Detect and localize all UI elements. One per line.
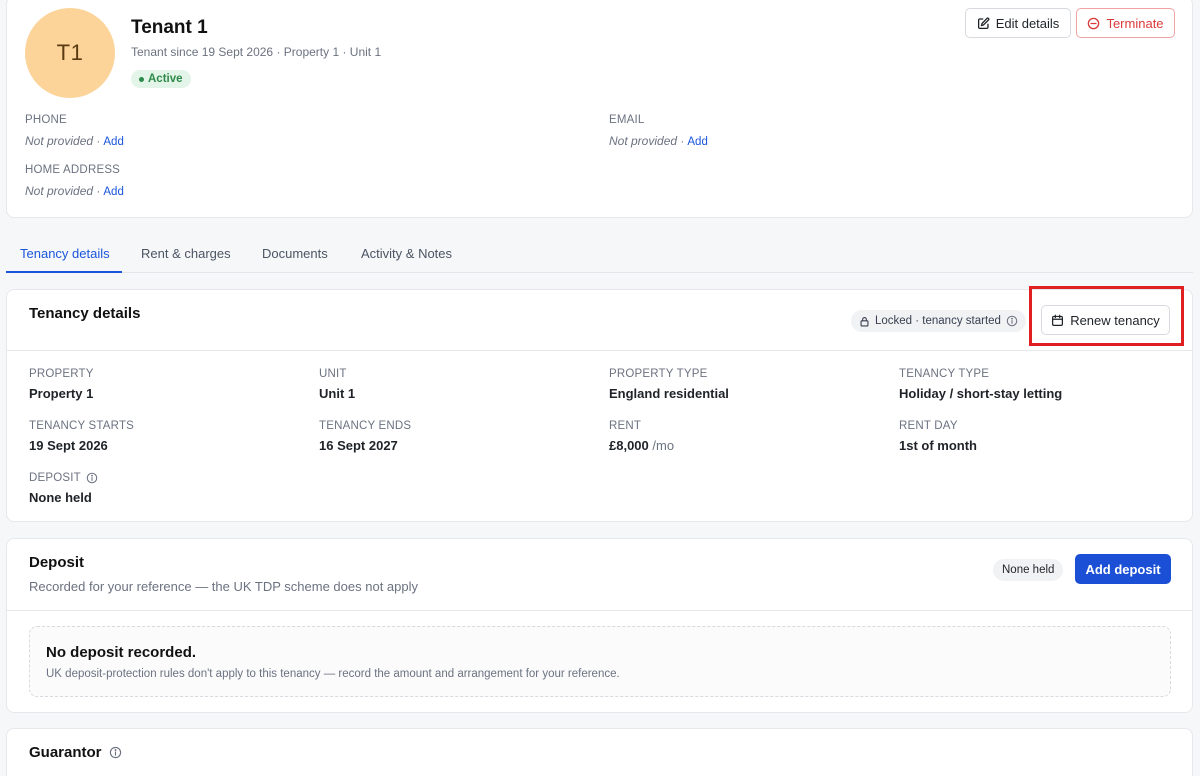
info-icon[interactable] — [109, 746, 122, 759]
tenancy-details-title: Tenancy details — [29, 305, 141, 322]
rent-day-label: RENT DAY — [899, 420, 958, 432]
rent-label: RENT — [609, 420, 642, 432]
tenant-header-card: T1 Tenant 1 Tenant since 19 Sept 2026 · … — [6, 0, 1193, 218]
rent-amount: £8,000 — [609, 438, 649, 453]
unit-value: Unit 1 — [319, 386, 356, 401]
email-label: EMAIL — [609, 114, 645, 126]
rent-period: /mo — [652, 438, 675, 453]
tenancy-starts-value: 19 Sept 2026 — [29, 438, 108, 453]
tenancy-details-card: Tenancy details Locked · tenancy started… — [6, 286, 1193, 522]
deposit-empty-state: No deposit recorded. UK deposit-protecti… — [29, 626, 1171, 697]
deposit-header-divider — [7, 610, 1192, 611]
add-phone-link[interactable]: Add — [103, 136, 123, 148]
property-type-label: PROPERTY TYPE — [609, 368, 708, 380]
phone-label: PHONE — [25, 114, 67, 126]
locked-status-label: Locked · tenancy started — [875, 315, 1001, 327]
tenant-name: Tenant 1 — [131, 17, 208, 38]
home-address-label: HOME ADDRESS — [25, 164, 121, 176]
tab-rent-charges[interactable]: Rent & charges — [141, 246, 231, 261]
home-address-value-text: Not provided · — [25, 184, 101, 198]
tenancy-type-value: Holiday / short-stay letting — [899, 386, 1063, 401]
status-badge: Active — [131, 70, 191, 88]
deposit-field-value: None held — [29, 490, 92, 505]
terminate-label: Terminate — [1106, 15, 1164, 31]
tab-bar: Tenancy details Rent & charges Documents… — [6, 238, 1193, 273]
unit-label: UNIT — [319, 368, 347, 380]
rent-value: £8,000 /mo — [609, 438, 674, 453]
locked-status-chip: Locked · tenancy started — [851, 310, 1026, 332]
phone-value-text: Not provided · — [25, 134, 101, 148]
property-label: PROPERTY — [29, 368, 94, 380]
deposit-card: Deposit Recorded for your reference — th… — [6, 538, 1193, 713]
property-value: Property 1 — [29, 386, 94, 401]
deposit-status-chip: None held — [993, 559, 1064, 581]
deposit-subtitle: Recorded for your reference — the UK TDP… — [29, 579, 418, 594]
renew-highlight-box — [1029, 286, 1184, 346]
lock-icon — [859, 316, 870, 327]
active-tab-indicator — [6, 271, 122, 273]
tenancy-ends-label: TENANCY ENDS — [319, 420, 412, 432]
info-icon[interactable] — [1006, 315, 1018, 327]
guarantor-card: Guarantor — [6, 728, 1193, 776]
phone-value: Not provided · Add — [25, 134, 124, 148]
tenancy-starts-label: TENANCY STARTS — [29, 420, 135, 432]
edit-details-label: Edit details — [995, 15, 1060, 31]
deposit-empty-title: No deposit recorded. — [46, 644, 197, 661]
deposit-field-label-text: DEPOSIT — [29, 472, 81, 484]
property-type-value: England residential — [609, 386, 729, 401]
info-icon[interactable] — [86, 472, 98, 484]
home-address-value: Not provided · Add — [25, 184, 124, 198]
email-value: Not provided · Add — [609, 134, 708, 148]
avatar: T1 — [25, 8, 115, 98]
tenancy-ends-value: 16 Sept 2027 — [319, 438, 398, 453]
add-email-link[interactable]: Add — [687, 136, 707, 148]
tenant-subtitle: Tenant since 19 Sept 2026 · Property 1 ·… — [131, 45, 382, 59]
guarantor-title-text: Guarantor — [29, 744, 102, 761]
edit-icon — [977, 16, 990, 30]
status-badge-label: Active — [148, 73, 183, 85]
status-dot-icon — [139, 76, 144, 82]
minus-circle-icon — [1087, 17, 1100, 30]
rent-day-value: 1st of month — [899, 438, 977, 453]
terminate-button[interactable]: Terminate — [1076, 8, 1175, 38]
deposit-title: Deposit — [29, 554, 85, 571]
tab-activity-notes[interactable]: Activity & Notes — [361, 246, 452, 261]
edit-details-button[interactable]: Edit details — [965, 8, 1071, 38]
guarantor-title: Guarantor — [29, 744, 122, 761]
tab-documents[interactable]: Documents — [262, 246, 328, 261]
tenancy-type-label: TENANCY TYPE — [899, 368, 990, 380]
deposit-field-label: DEPOSIT — [29, 472, 98, 484]
tab-tenancy-details[interactable]: Tenancy details — [20, 246, 110, 261]
tenancy-header-divider — [7, 350, 1192, 351]
email-value-text: Not provided · — [609, 134, 685, 148]
deposit-empty-description: UK deposit-protection rules don't apply … — [46, 668, 620, 680]
add-deposit-button[interactable]: Add deposit — [1075, 554, 1171, 584]
add-address-link[interactable]: Add — [103, 186, 123, 198]
